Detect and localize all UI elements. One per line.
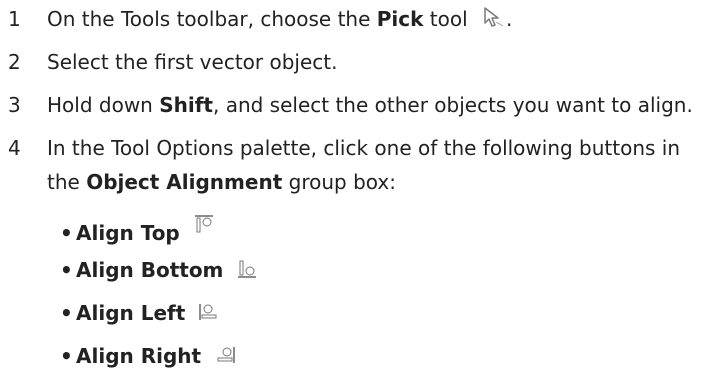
align-right-icon [214,341,236,375]
align-bottom-icon [236,255,258,289]
option-align-bottom: • Align Bottom [60,253,258,289]
pick-tool-icon [482,4,506,38]
option-align-right: • Align Right [60,339,236,375]
step-number: 2 [8,50,21,74]
step-text-line-1: In the Tool Options palette, click one o… [47,136,681,160]
step-text: Hold down Shift, and select the other ob… [47,93,693,117]
step-number: 4 [8,136,21,160]
align-left-icon [198,298,220,332]
step-text: On the Tools toolbar, choose the Pick to… [47,2,512,38]
step-text: Select the first vector object. [47,50,338,74]
align-top-icon [193,210,215,244]
pick-label: Pick [376,7,424,31]
shift-label: Shift [159,93,213,117]
option-align-left: • Align Left [60,296,220,332]
step-number: 3 [8,93,21,117]
object-alignment-label: Object Alignment [86,170,283,194]
step-4-line-2: the Object Alignment group box: [47,170,396,194]
step-number: 1 [8,7,21,31]
option-align-top: • Align Top [60,210,215,250]
